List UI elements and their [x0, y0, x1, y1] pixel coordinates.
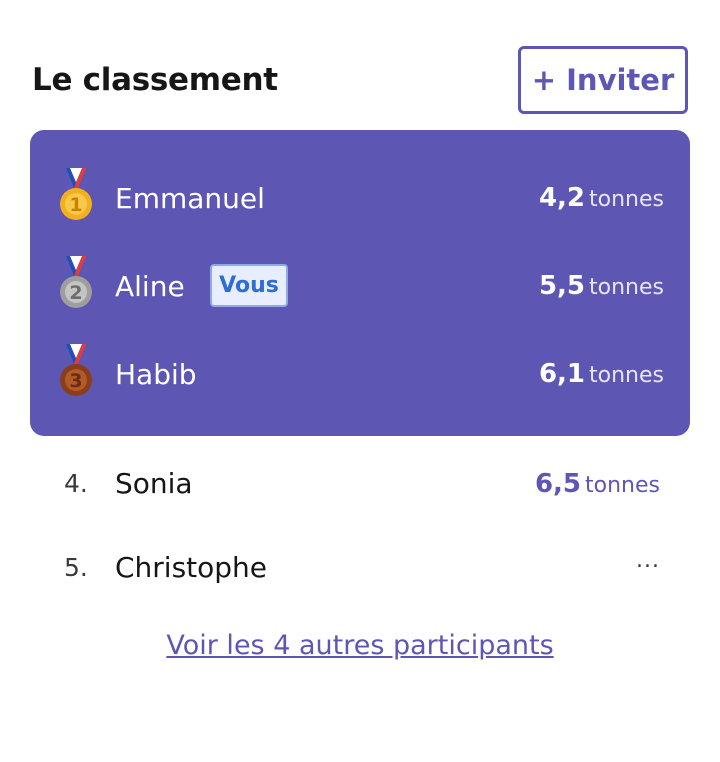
- invite-button[interactable]: + Inviter: [518, 46, 688, 114]
- participant-score: 6,1 tonnes: [539, 359, 664, 389]
- score-value: 5,5: [538, 271, 586, 301]
- leaderboard-row-4: 4. Sonia 6,5 tonnes: [64, 464, 660, 504]
- podium-row-3: 3 Habib 6,1 tonnes: [30, 344, 690, 404]
- you-badge: Vous: [210, 264, 288, 307]
- participant-name: Sonia: [115, 467, 193, 500]
- page-title: Le classement: [32, 62, 278, 98]
- participant-score: 4,2 tonnes: [539, 183, 664, 213]
- podium-row-2: 2 Aline Vous 5,5 tonnes: [30, 256, 690, 316]
- rank-number: 4.: [64, 469, 88, 498]
- score-value: 6,1: [538, 359, 586, 389]
- gold-medal-icon: 1: [60, 168, 92, 220]
- score-unit: tonnes: [589, 363, 664, 388]
- see-more-participants-link[interactable]: Voir les 4 autres participants: [0, 630, 720, 661]
- participant-name: Emmanuel: [115, 182, 265, 215]
- svg-text:3: 3: [69, 370, 82, 392]
- score-unit: tonnes: [589, 187, 664, 212]
- bronze-medal-icon: 3: [60, 344, 92, 396]
- silver-medal-icon: 2: [60, 256, 92, 308]
- leaderboard-row-5: 5. Christophe ...: [64, 548, 660, 588]
- score-unit: tonnes: [589, 275, 664, 300]
- score-value: 4,2: [538, 183, 586, 213]
- podium-card: 1 Emmanuel 4,2 tonnes 2 Aline Vous 5,5 ton…: [30, 130, 690, 436]
- participant-name: Habib: [115, 358, 197, 391]
- participant-score: 5,5 tonnes: [539, 271, 664, 301]
- score-value: 6,5: [534, 469, 582, 499]
- score-pending-placeholder: ...: [636, 548, 660, 573]
- leaderboard-header: Le classement + Inviter: [32, 46, 688, 114]
- svg-text:2: 2: [69, 282, 82, 304]
- score-unit: tonnes: [585, 473, 660, 498]
- participant-score: 6,5 tonnes: [535, 469, 660, 499]
- participant-name: Christophe: [115, 551, 268, 584]
- podium-row-1: 1 Emmanuel 4,2 tonnes: [30, 168, 690, 228]
- svg-text:1: 1: [69, 194, 82, 216]
- rank-number: 5.: [64, 553, 88, 582]
- participant-name: Aline: [115, 270, 185, 303]
